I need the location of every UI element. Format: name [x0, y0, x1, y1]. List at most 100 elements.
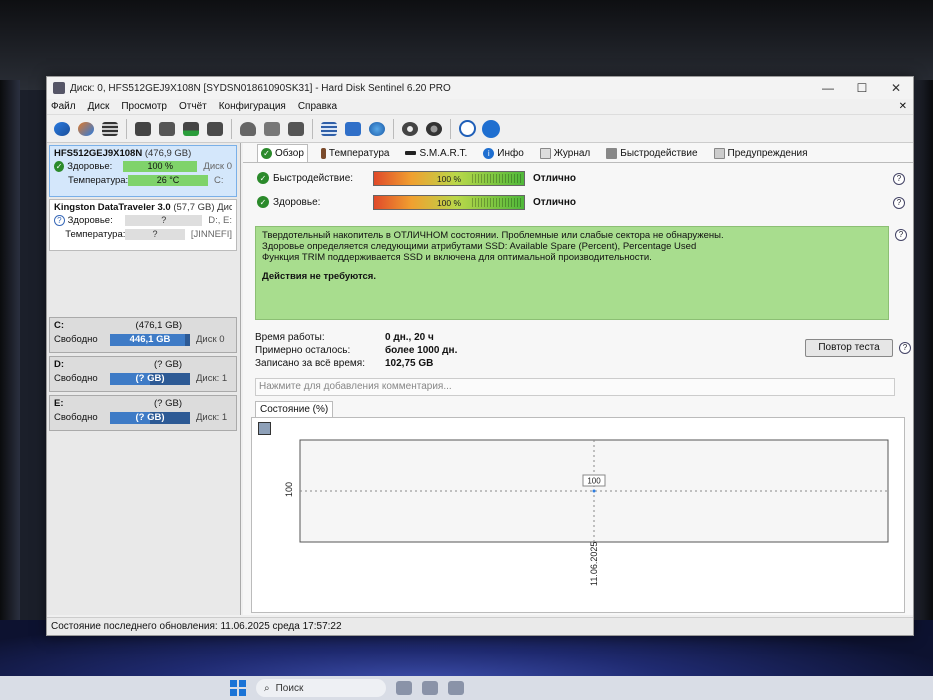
volume-letter: D: [54, 359, 65, 370]
tab-bar: ✓ Обзор Температура S.M.A.R.T. i Инфо Жу… [243, 143, 913, 163]
status-line: Функция TRIM поддерживается SSD и включе… [262, 252, 652, 263]
help-icon[interactable] [456, 118, 478, 140]
mail-icon[interactable] [342, 118, 364, 140]
disk-health-row: ? Здоровье: ? D:, E: [54, 214, 232, 227]
performance-icon [606, 147, 618, 159]
volume-letter: E: [54, 398, 64, 409]
tab-label: S.M.A.R.T. [419, 147, 468, 159]
health-label: Здоровье: [67, 161, 113, 172]
tab-health-chart[interactable]: Состояние (%) [255, 401, 334, 418]
volume-card-c[interactable]: C: (476,1 GB) Свободно 446,1 GB Диск 0 [49, 317, 237, 353]
uptime-value: 0 дн., 20 ч [385, 332, 434, 343]
toolbar [47, 115, 913, 143]
disk-name: Kingston DataTraveler 3.0 (57,7 GB) Диск… [54, 202, 232, 213]
description-help-icon[interactable]: ? [895, 229, 907, 241]
taskbar-app-icon[interactable] [448, 681, 464, 695]
retest-button[interactable]: Повтор теста [805, 339, 893, 357]
tab-overview[interactable]: ✓ Обзор [257, 144, 308, 162]
disk-schedule-icon[interactable] [156, 118, 178, 140]
disk-list-icon[interactable] [99, 118, 121, 140]
temperature-label: Температура: [68, 175, 129, 186]
check-icon: ✓ [261, 148, 272, 159]
tab-temperature[interactable]: Температура [318, 144, 393, 162]
tab-warnings[interactable]: Предупреждения [711, 144, 811, 162]
health-value: 100 % [436, 197, 462, 208]
network-icon[interactable] [261, 118, 283, 140]
written-label: Записано за всё время: [255, 358, 365, 369]
minimize-button[interactable]: — [811, 77, 845, 99]
taskbar-search[interactable]: ⌕ Поиск [256, 679, 386, 697]
disk-test-icon[interactable] [132, 118, 154, 140]
unknown-icon: ? [54, 215, 65, 226]
hdd-icon[interactable] [237, 118, 259, 140]
tab-performance[interactable]: Быстродействие [603, 144, 700, 162]
tab-label: Обзор [275, 148, 304, 159]
taskbar-app-icon[interactable] [422, 681, 438, 695]
tab-log[interactable]: Журнал [537, 144, 594, 162]
data-label: 100 [587, 477, 601, 486]
disk-card-0[interactable]: HFS512GEJ9X108N (476,9 GB) ✓ Здоровье: 1… [49, 145, 237, 197]
y-tick-label: 100 [284, 482, 294, 497]
remaining-label: Примерно осталось: [255, 345, 351, 356]
windows-start-icon[interactable] [230, 680, 246, 696]
written-value: 102,75 GB [385, 358, 434, 369]
log-icon [539, 147, 551, 159]
status-line: Твердотельный накопитель в ОТЛИЧНОМ сост… [262, 230, 724, 241]
tab-info[interactable]: i Инфо [480, 144, 527, 162]
volume-label: [JINNEFI] [190, 229, 232, 240]
tab-label: Инфо [497, 147, 524, 159]
temperature-bar: 26 °C [128, 175, 208, 186]
health-bar: ? [125, 215, 203, 226]
menu-config[interactable]: Конфигурация [219, 101, 286, 112]
health-meter: 100 % [373, 194, 525, 210]
refresh-all-icon[interactable] [75, 118, 97, 140]
disk-temp-row: Температура: ? [JINNEFI] [54, 228, 232, 241]
close-button[interactable]: ✕ [879, 77, 913, 99]
taskbar-app-icon[interactable] [396, 681, 412, 695]
menu-bar: Файл Диск Просмотр Отчёт Конфигурация Сп… [47, 99, 913, 115]
disk-model: HFS512GEJ9X108N [54, 148, 143, 159]
refresh-icon[interactable] [51, 118, 73, 140]
menu-view[interactable]: Просмотр [121, 101, 167, 112]
report-icon[interactable] [318, 118, 340, 140]
menu-disk[interactable]: Диск [88, 101, 110, 112]
status-description: Твердотельный накопитель в ОТЛИЧНОМ сост… [255, 226, 889, 320]
volume-card-d[interactable]: D: (? GB) Свободно (? GB) Диск: 1 [49, 356, 237, 392]
menu-file[interactable]: Файл [51, 101, 76, 112]
toolbar-separator [126, 118, 127, 139]
menu-report[interactable]: Отчёт [179, 101, 207, 112]
toolbar-separator [231, 118, 232, 139]
disk-partitions: D:, E: [208, 215, 232, 226]
retest-help-icon[interactable]: ? [899, 342, 911, 354]
info-icon[interactable] [480, 118, 502, 140]
tab-label: Быстродействие [620, 147, 698, 159]
taskbar: ⌕ Поиск [0, 676, 933, 700]
disk-card-1[interactable]: Kingston DataTraveler 3.0 (57,7 GB) Диск… [49, 199, 237, 251]
tab-smart[interactable]: S.M.A.R.T. [402, 144, 470, 162]
performance-help-icon[interactable]: ? [893, 173, 905, 185]
settings-icon[interactable] [399, 118, 421, 140]
disk-search-icon[interactable] [204, 118, 226, 140]
globe-icon[interactable] [366, 118, 388, 140]
volume-card-e[interactable]: E: (? GB) Свободно (? GB) Диск: 1 [49, 395, 237, 431]
disk-check-icon[interactable] [180, 118, 202, 140]
health-label: Здоровье: [273, 196, 321, 208]
check-icon: ✓ [257, 172, 269, 184]
comment-field[interactable]: Нажмите для добавления комментария... [255, 378, 895, 396]
info-icon: i [483, 147, 495, 159]
menu-close-icon[interactable]: ✕ [899, 101, 907, 112]
window-title: Диск: 0, HFS512GEJ9X108N [SYDSN01861090S… [70, 82, 451, 94]
volume-disk: Диск: 1 [196, 412, 228, 423]
alert-icon[interactable] [423, 118, 445, 140]
maximize-button[interactable]: ☐ [845, 77, 879, 99]
disk-size: (57,7 GB) [173, 202, 215, 213]
toolbar-separator [450, 118, 451, 139]
performance-label: Быстродействие: [273, 172, 354, 184]
health-help-icon[interactable]: ? [893, 197, 905, 209]
smart-icon [405, 151, 417, 155]
menu-help[interactable]: Справка [298, 101, 337, 112]
health-label: Здоровье: [67, 215, 113, 226]
check-icon: ✓ [54, 161, 65, 172]
print-icon[interactable] [285, 118, 307, 140]
